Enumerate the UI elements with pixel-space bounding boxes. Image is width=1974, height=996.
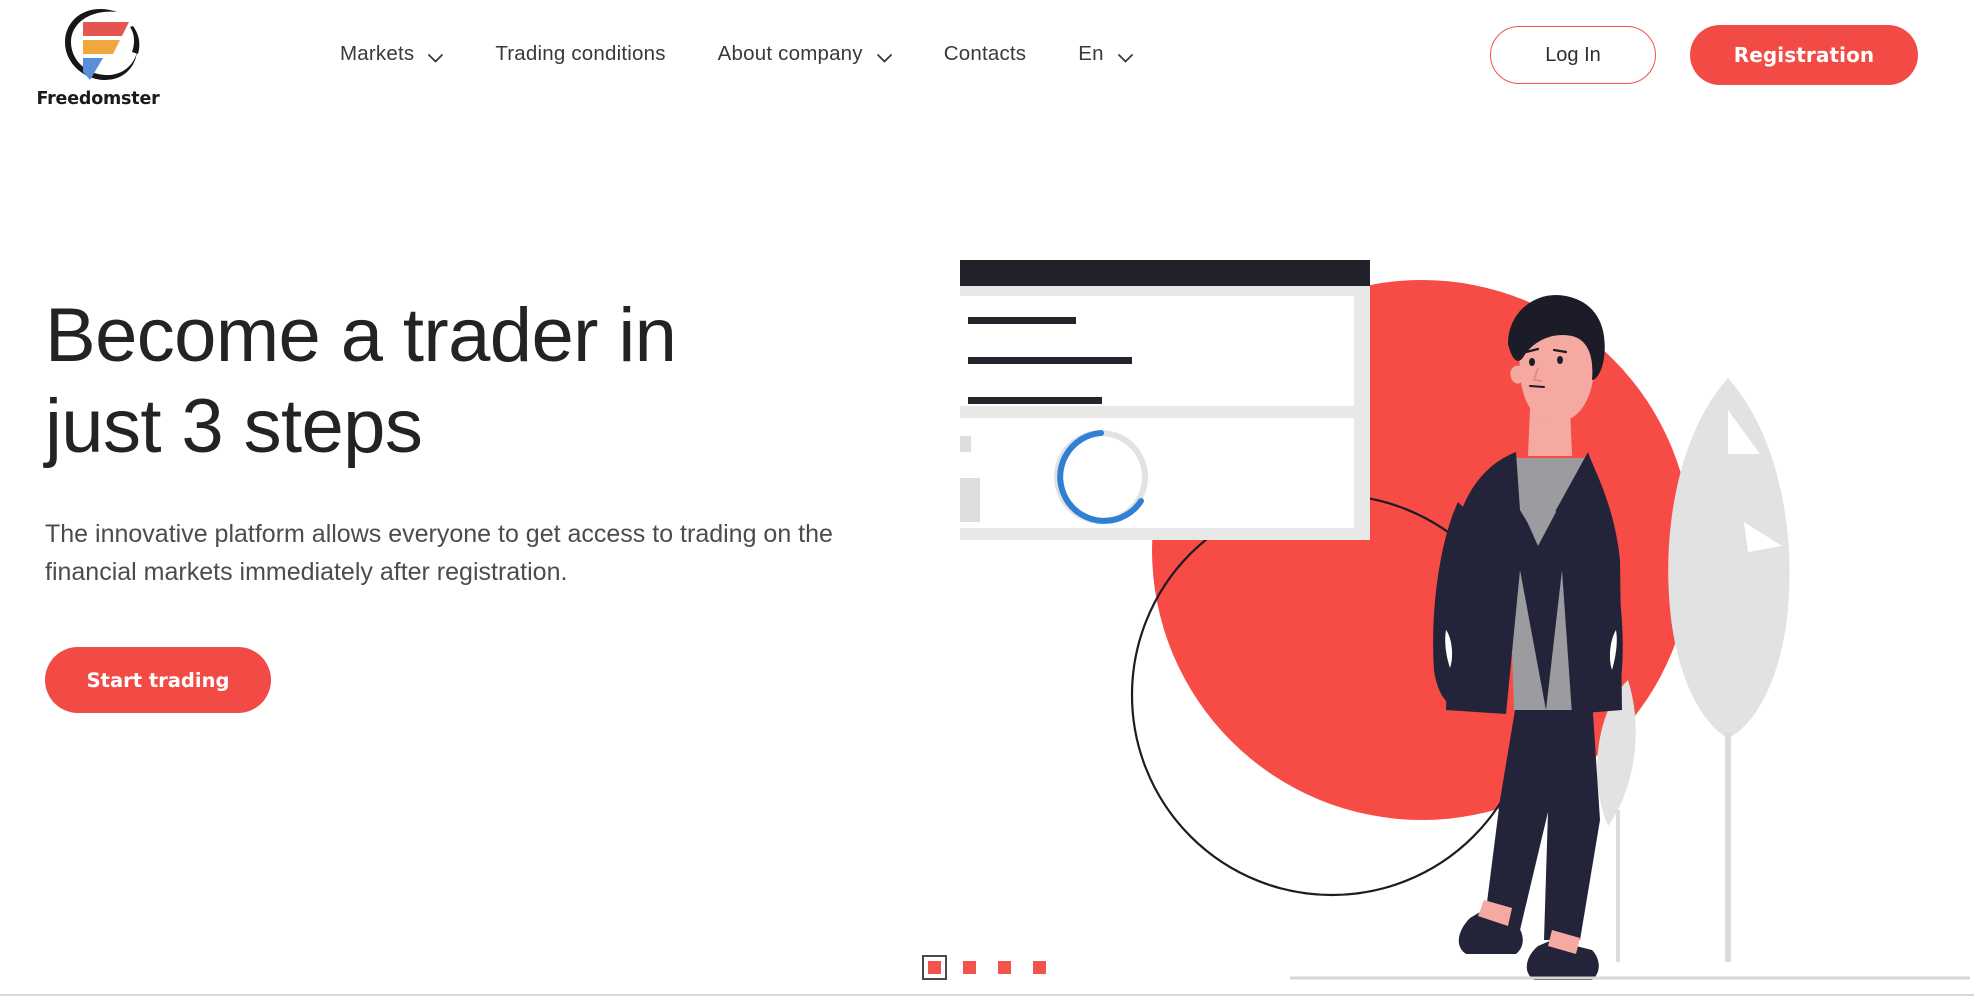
auth-actions: Log In Registration — [1490, 25, 1918, 85]
browser-card-illustration — [960, 260, 1370, 540]
nav-item-contacts[interactable]: Contacts — [944, 42, 1027, 66]
brand-logo-link[interactable]: Freedomster — [36, 0, 160, 122]
brand-name: Freedomster — [36, 89, 160, 109]
site-header: Freedomster Markets Trading conditions A… — [0, 0, 1974, 120]
hero-illustration — [960, 240, 1970, 980]
nav-label-language: En — [1078, 42, 1104, 65]
freedomster-logo-icon — [55, 0, 141, 88]
registration-button[interactable]: Registration — [1690, 25, 1918, 85]
nav-label-about-company: About company — [717, 42, 863, 65]
start-trading-button[interactable]: Start trading — [45, 647, 271, 713]
login-button[interactable]: Log In — [1490, 26, 1656, 84]
carousel-dot-4[interactable] — [1033, 961, 1046, 974]
landing-page: Freedomster Markets Trading conditions A… — [0, 0, 1974, 996]
chevron-down-icon — [876, 50, 892, 63]
nav-item-language[interactable]: En — [1078, 42, 1133, 66]
hero-subtitle: The innovative platform allows everyone … — [45, 520, 833, 586]
nav-item-about-company[interactable]: About company — [718, 42, 892, 66]
hero-title-line-2: just 3 steps — [45, 384, 423, 469]
nav-label-trading-conditions: Trading conditions — [495, 42, 666, 65]
nav-label-contacts: Contacts — [943, 42, 1027, 65]
hero-content: Become a trader in just 3 steps The inno… — [45, 290, 885, 713]
nav-item-markets[interactable]: Markets — [340, 42, 444, 66]
hero-title-line-1: Become a trader in — [45, 293, 677, 378]
hero-title: Become a trader in just 3 steps — [45, 290, 885, 472]
nav-label-markets: Markets — [340, 42, 415, 65]
nav-item-trading-conditions[interactable]: Trading conditions — [495, 42, 665, 66]
carousel-dot-2[interactable] — [963, 961, 976, 974]
chevron-down-icon — [428, 50, 444, 63]
main-navigation: Markets Trading conditions About company… — [340, 42, 1133, 66]
carousel-dot-3[interactable] — [998, 961, 1011, 974]
chevron-down-icon — [1117, 50, 1133, 63]
carousel-dot-1[interactable] — [922, 955, 947, 980]
carousel-indicators — [0, 955, 1974, 980]
